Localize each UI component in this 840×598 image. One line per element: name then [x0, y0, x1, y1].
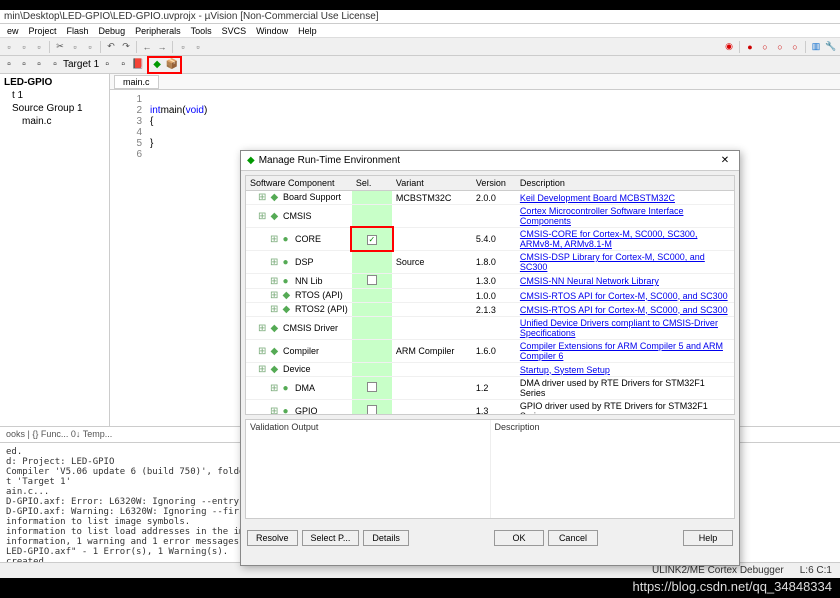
rte-dialog-icon: ◆: [247, 155, 255, 166]
rte-dialog: ◆ Manage Run-Time Environment ✕ Software…: [240, 150, 740, 566]
editor-tabs: main.c: [110, 74, 840, 90]
build-icon[interactable]: ▫: [2, 58, 16, 72]
component-grid[interactable]: Software Component Sel. Variant Version …: [245, 175, 735, 415]
save-icon[interactable]: ▫: [32, 40, 46, 54]
menu-tools[interactable]: Tools: [186, 26, 217, 36]
dialog-title: Manage Run-Time Environment: [259, 155, 400, 166]
paste-icon[interactable]: ▫: [83, 40, 97, 54]
breakpoint-icon[interactable]: ●: [743, 40, 757, 54]
manage-icon[interactable]: ▫: [116, 58, 130, 72]
menu-peripherals[interactable]: Peripherals: [130, 26, 186, 36]
close-icon[interactable]: ✕: [717, 155, 733, 166]
resolve-button[interactable]: Resolve: [247, 530, 298, 546]
component-row[interactable]: ⊞ ● CORE✓5.4.0CMSIS-CORE for Cortex-M, S…: [246, 228, 734, 251]
menu-view[interactable]: ew: [2, 26, 24, 36]
validation-desc-hdr: Description: [491, 420, 735, 434]
fwd-icon[interactable]: →: [155, 40, 169, 54]
window-title: min\Desktop\LED-GPIO\LED-GPIO.uvprojx - …: [4, 11, 379, 22]
menu-project[interactable]: Project: [24, 26, 62, 36]
download-icon[interactable]: ▫: [48, 58, 62, 72]
component-row[interactable]: ⊞ ◆ CompilerARM Compiler1.6.0Compiler Ex…: [246, 340, 734, 363]
component-row[interactable]: ⊞ ● DMA1.2DMA driver used by RTE Drivers…: [246, 377, 734, 400]
main-toolbar: ▫ ▫ ▫ ✂ ▫ ▫ ↶ ↷ ← → ▫ ▫ ◉ ● ○ ○ ○ ▥ 🔧: [0, 38, 840, 56]
back-icon[interactable]: ←: [140, 40, 154, 54]
project-tree[interactable]: LED-GPIO t 1 Source Group 1 main.c: [0, 74, 110, 426]
breakpoint4-icon[interactable]: ○: [788, 40, 802, 54]
pack-icon[interactable]: 📦: [165, 58, 179, 72]
target-node[interactable]: t 1: [2, 89, 107, 102]
status-debugger: ULINK2/ME Cortex Debugger: [652, 565, 784, 576]
help-button[interactable]: Help: [683, 530, 733, 546]
copy-icon[interactable]: ▫: [68, 40, 82, 54]
watermark: https://blog.csdn.net/qq_34848334: [633, 579, 833, 594]
menu-bar: ew Project Flash Debug Peripherals Tools…: [0, 24, 840, 38]
component-row[interactable]: ⊞ ◆ RTOS (API)1.0.0CMSIS-RTOS API for Co…: [246, 289, 734, 303]
breakpoint2-icon[interactable]: ○: [758, 40, 772, 54]
component-row[interactable]: ⊞ ◆ CMSISCortex Microcontroller Software…: [246, 205, 734, 228]
undo-icon[interactable]: ↶: [104, 40, 118, 54]
col-component[interactable]: Software Component: [246, 176, 352, 191]
validation-panel: Validation Output Description: [245, 419, 735, 519]
dialog-buttons: Resolve Select P... Details OK Cancel He…: [241, 523, 739, 553]
sel-checkbox[interactable]: [367, 405, 377, 415]
cancel-button[interactable]: Cancel: [548, 530, 598, 546]
new-icon[interactable]: ▫: [2, 40, 16, 54]
source-group[interactable]: Source Group 1: [2, 102, 107, 115]
menu-help[interactable]: Help: [293, 26, 322, 36]
menu-window[interactable]: Window: [251, 26, 293, 36]
title-bar: min\Desktop\LED-GPIO\LED-GPIO.uvprojx - …: [0, 10, 840, 24]
tab-mainc[interactable]: main.c: [114, 75, 159, 89]
component-row[interactable]: ⊞ ● NN Lib1.3.0CMSIS-NN Neural Network L…: [246, 274, 734, 289]
window-icon[interactable]: ▥: [809, 40, 823, 54]
dialog-titlebar[interactable]: ◆ Manage Run-Time Environment ✕: [241, 151, 739, 171]
details-button[interactable]: Details: [363, 530, 409, 546]
component-row[interactable]: ⊞ ◆ RTOS2 (API)2.1.3CMSIS-RTOS API for C…: [246, 303, 734, 317]
batch-icon[interactable]: ▫: [32, 58, 46, 72]
menu-flash[interactable]: Flash: [62, 26, 94, 36]
config-icon[interactable]: 🔧: [824, 40, 838, 54]
status-position: L:6 C:1: [800, 565, 832, 576]
open-icon[interactable]: ▫: [17, 40, 31, 54]
file-mainc[interactable]: main.c: [2, 115, 107, 128]
breakpoint3-icon[interactable]: ○: [773, 40, 787, 54]
find-icon[interactable]: ▫: [191, 40, 205, 54]
menu-svcs[interactable]: SVCS: [217, 26, 252, 36]
ok-button[interactable]: OK: [494, 530, 544, 546]
bookmark-icon[interactable]: ▫: [176, 40, 190, 54]
target-select[interactable]: Target 1: [63, 59, 99, 70]
sel-checkbox[interactable]: [367, 382, 377, 392]
col-version[interactable]: Version: [472, 176, 516, 191]
sel-checkbox[interactable]: [367, 275, 377, 285]
component-row[interactable]: ⊞ ◆ CMSIS DriverUnified Device Drivers c…: [246, 317, 734, 340]
rebuild-icon[interactable]: ▫: [17, 58, 31, 72]
col-variant[interactable]: Variant: [392, 176, 472, 191]
project-root[interactable]: LED-GPIO: [2, 76, 107, 89]
rte-icon[interactable]: ◆: [150, 58, 164, 72]
rte-highlight: ◆ 📦: [147, 56, 182, 74]
options-icon[interactable]: ▫: [100, 58, 114, 72]
component-row[interactable]: ⊞ ◆ DeviceStartup, System Setup: [246, 363, 734, 377]
books-icon[interactable]: 📕: [131, 58, 145, 72]
sel-checkbox[interactable]: ✓: [367, 235, 377, 245]
component-row[interactable]: ⊞ ● GPIO1.3GPIO driver used by RTE Drive…: [246, 400, 734, 416]
col-sel[interactable]: Sel.: [352, 176, 392, 191]
col-desc[interactable]: Description: [516, 176, 734, 191]
validation-output-hdr: Validation Output: [246, 420, 490, 434]
debug-icon[interactable]: ◉: [722, 40, 736, 54]
redo-icon[interactable]: ↷: [119, 40, 133, 54]
cut-icon[interactable]: ✂: [53, 40, 67, 54]
menu-debug[interactable]: Debug: [94, 26, 131, 36]
component-row[interactable]: ⊞ ● DSPSource1.8.0CMSIS-DSP Library for …: [246, 251, 734, 274]
component-row[interactable]: ⊞ ◆ Board SupportMCBSTM32C2.0.0Keil Deve…: [246, 191, 734, 205]
select-packs-button[interactable]: Select P...: [302, 530, 360, 546]
build-toolbar: ▫ ▫ ▫ ▫ Target 1 ▫ ▫ 📕 ◆ 📦: [0, 56, 840, 74]
